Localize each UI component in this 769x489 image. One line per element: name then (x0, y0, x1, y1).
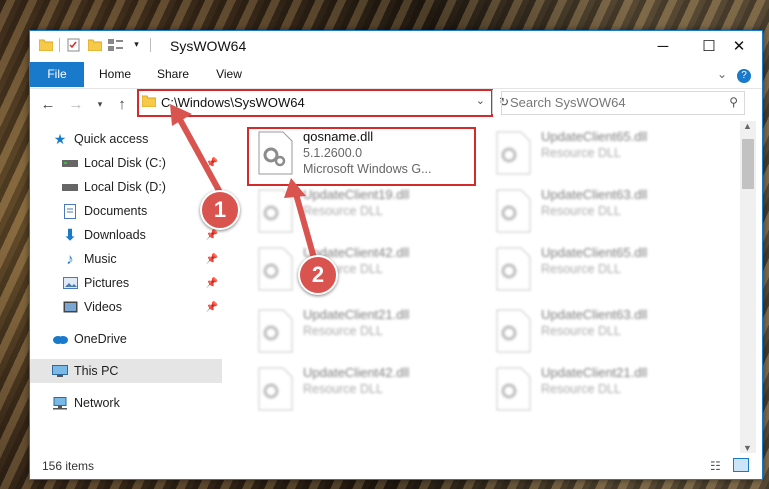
annotation-arrows (170, 104, 317, 261)
arrow-1 (175, 113, 225, 199)
annotation-badge-1: 1 (200, 190, 240, 230)
arrow-2 (293, 191, 317, 261)
arrow-2-head (284, 178, 306, 198)
annotation-badge-2: 2 (298, 255, 338, 295)
